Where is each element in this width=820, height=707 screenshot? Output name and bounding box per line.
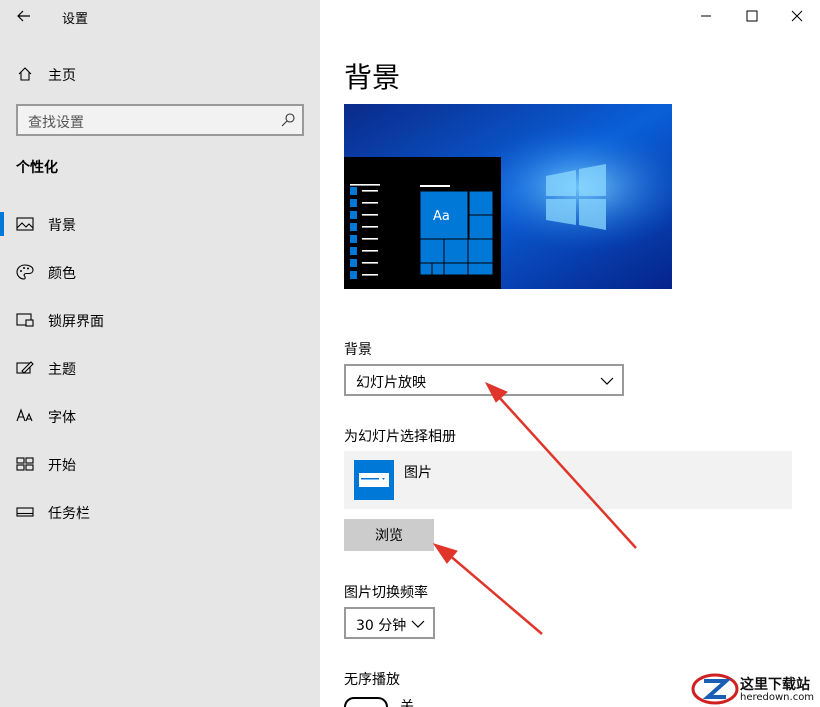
album-name: 图片 [404,465,432,481]
sidebar-item-label: 背景 [48,218,76,234]
picture-folder-icon [354,460,394,500]
interval-dropdown[interactable]: 30 分钟 [344,607,435,639]
sidebar-item-label: 主页 [48,68,76,84]
sidebar-item-lock-screen[interactable]: 锁屏界面 [0,300,320,340]
theme-icon [16,361,34,374]
sidebar-item-color[interactable]: 颜色 [0,252,320,292]
sidebar-item-theme[interactable]: 主题 [0,348,320,388]
dropdown-value: 幻灯片放映 [356,375,426,391]
sidebar-item-label: 锁屏界面 [48,314,104,330]
dropdown-value: 30 分钟 [356,618,407,634]
sidebar-item-taskbar[interactable]: 任务栏 [0,492,320,532]
search-icon [281,113,295,127]
search-placeholder: 查找设置 [28,115,84,131]
palette-icon [16,264,34,280]
home-icon [18,67,32,81]
desktop-preview-image [344,104,672,289]
image-icon [16,217,34,231]
taskbar-icon [16,507,34,517]
background-label: 背景 [344,342,372,358]
section-title: 个性化 [16,160,58,176]
chevron-down-icon [411,620,425,628]
sidebar: 设置 主页 查找设置 个性化 背景 颜色 锁屏界面 主题 字体 开始 任务栏 [0,0,320,707]
sidebar-item-background[interactable]: 背景 [0,204,320,244]
album-label: 为幻灯片选择相册 [344,429,456,445]
sidebar-item-home[interactable]: 主页 [0,58,320,90]
shuffle-state: 关 [400,699,414,707]
sidebar-item-label: 字体 [48,410,76,426]
maximize-button[interactable] [729,0,775,32]
active-indicator [0,212,4,236]
app-title: 设置 [62,12,89,27]
chevron-down-icon [600,377,614,385]
sidebar-item-label: 开始 [48,458,76,474]
close-icon [791,10,803,22]
preview-tile-text: Aa [433,209,450,224]
sidebar-item-label: 主题 [48,362,76,378]
titlebar-left: 设置 [0,0,320,34]
watermark-text: 这里下载站 [740,677,810,693]
font-icon [16,408,33,422]
close-button[interactable] [774,0,820,32]
shuffle-toggle[interactable] [344,697,388,707]
album-item[interactable]: 图片 [344,451,792,509]
watermark-domain: heredown.com [740,692,815,703]
sidebar-item-start[interactable]: 开始 [0,444,320,484]
minimize-button[interactable] [683,0,729,32]
browse-button[interactable]: 浏览 [344,519,434,551]
maximize-icon [746,10,758,22]
minimize-icon [701,15,711,17]
shuffle-label: 无序播放 [344,672,400,688]
page-title: 背景 [344,61,401,94]
back-button[interactable] [10,5,38,27]
background-preview: Aa [344,104,672,289]
start-icon [16,457,34,471]
interval-label: 图片切换频率 [344,585,428,601]
main-content: 背景 Aa 背景 幻灯片放映 为幻灯片选择相册 图片 浏览 图片切换频率 30 … [320,0,820,707]
search-input[interactable]: 查找设置 [16,104,304,136]
sidebar-item-font[interactable]: 字体 [0,396,320,436]
lock-screen-icon [16,313,34,327]
sidebar-item-label: 任务栏 [48,506,90,522]
back-arrow-icon [17,10,30,22]
background-type-dropdown[interactable]: 幻灯片放映 [344,364,624,396]
sidebar-item-label: 颜色 [48,266,76,282]
